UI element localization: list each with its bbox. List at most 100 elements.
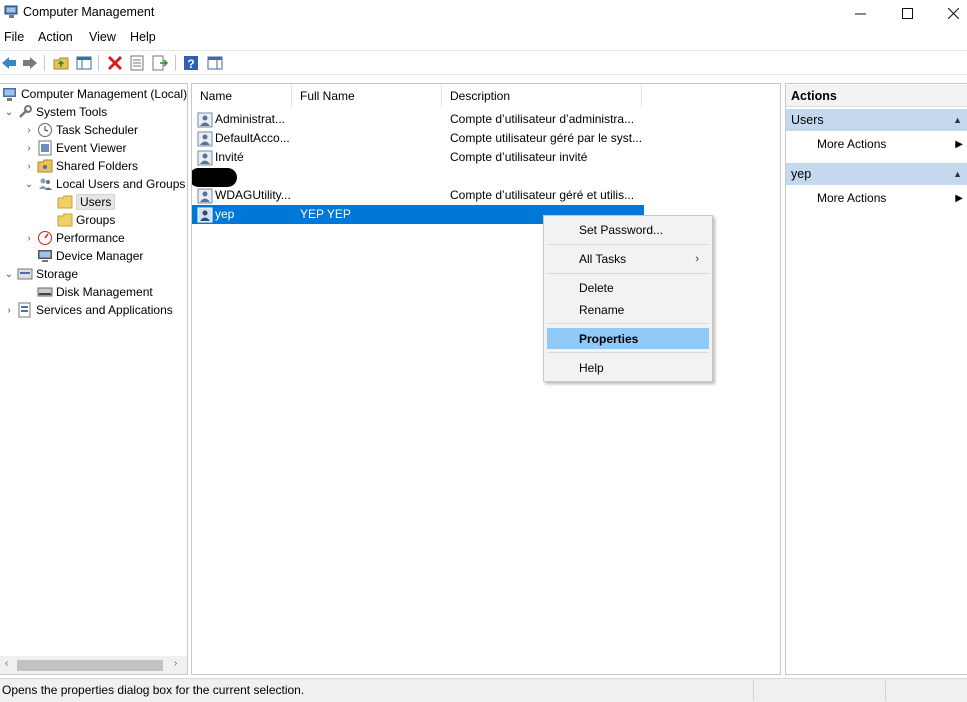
event-log-icon [38, 140, 52, 156]
chevron-right-icon[interactable]: › [24, 233, 34, 244]
tree-item-computer-management[interactable]: Computer Management (Local) [2, 85, 187, 103]
actions-pane: Actions Users ▲ More Actions ▶ yep ▲ Mor… [785, 83, 967, 675]
menu-action[interactable]: Action [38, 30, 73, 44]
show-hide-console-tree-button[interactable] [75, 54, 93, 72]
services-icon [18, 302, 31, 318]
tree-item-shared-folders[interactable]: › Shared Folders [24, 157, 138, 175]
user-full-name: YEP YEP [300, 207, 351, 221]
folder-icon [57, 213, 73, 227]
disk-icon [37, 287, 53, 297]
tree-item-users[interactable]: Users [57, 193, 116, 211]
more-actions-yep[interactable]: More Actions ▶ [786, 188, 967, 208]
tree-item-system-tools[interactable]: ⌄ System Tools [4, 103, 107, 121]
minimize-button[interactable] [837, 0, 883, 26]
tree-item-storage[interactable]: ⌄ Storage [4, 265, 78, 283]
menu-item-rename[interactable]: Rename [547, 299, 709, 320]
user-name: DefaultAcco... [215, 131, 290, 145]
menu-item-all-tasks[interactable]: All Tasks › [547, 248, 709, 269]
actions-section-users[interactable]: Users ▲ [786, 109, 967, 131]
minimize-icon [854, 13, 866, 14]
user-name: WDAGUtility... [215, 188, 291, 202]
tree-item-disk-management[interactable]: Disk Management [37, 283, 153, 301]
users-group-icon [39, 178, 52, 190]
menu-item-help[interactable]: Help [547, 357, 709, 378]
user-name: yep [215, 207, 235, 221]
chevron-down-icon[interactable]: ⌄ [24, 179, 34, 190]
actions-section-yep[interactable]: yep ▲ [786, 163, 967, 185]
chevron-right-icon[interactable]: › [24, 125, 34, 136]
forward-button[interactable] [21, 54, 39, 72]
storage-icon [17, 268, 33, 280]
chevron-right-icon[interactable]: › [4, 305, 14, 316]
menu-file[interactable]: File [4, 30, 24, 44]
submenu-arrow-icon: ▶ [955, 138, 963, 150]
menu-view[interactable]: View [89, 30, 116, 44]
submenu-arrow-icon: › [695, 252, 699, 265]
chevron-right-icon[interactable]: › [24, 143, 34, 154]
tree-item-event-viewer[interactable]: › Event Viewer [24, 139, 126, 157]
delete-icon [107, 55, 123, 71]
menu-help[interactable]: Help [130, 30, 156, 44]
tree-item-groups[interactable]: Groups [57, 211, 115, 229]
more-actions-users[interactable]: More Actions ▶ [786, 134, 967, 154]
tree-item-task-scheduler[interactable]: › Task Scheduler [24, 121, 138, 139]
user-name: Administrat... [215, 112, 286, 126]
menu-item-properties[interactable]: Properties [547, 328, 709, 349]
user-description: Compte utilisateur géré par le syst... [450, 131, 643, 145]
window-title: Computer Management [23, 5, 155, 19]
list-item[interactable]: WDAGUtility... Compte d’utilisateur géré… [192, 186, 644, 205]
context-menu: Set Password... All Tasks › Delete Renam… [543, 215, 713, 382]
collapse-up-icon[interactable]: ▲ [953, 169, 962, 179]
up-one-level-button[interactable] [52, 54, 70, 72]
user-icon [197, 131, 213, 147]
tree-item-local-users-and-groups[interactable]: ⌄ Local Users and Groups [24, 175, 186, 193]
menu-item-set-password[interactable]: Set Password... [547, 219, 709, 240]
column-header-description[interactable]: Description [442, 84, 642, 108]
clock-icon [38, 123, 52, 137]
actions-header: Actions [786, 85, 967, 107]
folder-icon [57, 195, 73, 209]
scroll-right-icon[interactable]: › [174, 658, 177, 669]
submenu-arrow-icon: ▶ [955, 192, 963, 204]
properties-icon [130, 55, 144, 71]
list-item[interactable]: Administrat... Compte d’utilisateur d’ad… [192, 110, 644, 129]
maximize-button[interactable] [884, 0, 930, 26]
help-button[interactable]: ? [182, 54, 200, 72]
list-item[interactable]: DefaultAcco... Compte utilisateur géré p… [192, 129, 644, 148]
scroll-left-icon[interactable]: ‹ [5, 658, 8, 669]
show-hide-action-pane-button[interactable] [206, 54, 224, 72]
column-header-name[interactable]: Name [192, 84, 292, 108]
user-description: Compte d’utilisateur géré et utilis... [450, 188, 635, 202]
user-description: Compte d’utilisateur d’administra... [450, 112, 635, 126]
performance-icon [38, 231, 52, 245]
chevron-right-icon[interactable]: › [24, 161, 34, 172]
show-hide-action-pane-icon [207, 56, 223, 70]
menu-item-delete[interactable]: Delete [547, 277, 709, 298]
export-list-icon [152, 55, 168, 71]
back-button[interactable] [0, 54, 18, 72]
close-button[interactable] [930, 0, 967, 26]
scrollbar-thumb[interactable] [17, 660, 163, 671]
chevron-down-icon[interactable]: ⌄ [4, 107, 14, 118]
column-header-full-name[interactable]: Full Name [292, 84, 442, 108]
delete-button[interactable] [106, 54, 124, 72]
tree-horizontal-scrollbar[interactable]: ‹ › [0, 656, 187, 674]
export-list-button[interactable] [151, 54, 169, 72]
back-arrow-icon [2, 57, 16, 69]
tree-item-services-and-applications[interactable]: › Services and Applications [4, 301, 173, 319]
computer-management-icon [3, 88, 16, 101]
user-icon [197, 112, 213, 128]
list-item[interactable]: Invité Compte d’utilisateur invité [192, 148, 644, 167]
properties-button[interactable] [128, 54, 146, 72]
tree-item-performance[interactable]: › Performance [24, 229, 125, 247]
device-manager-icon [38, 250, 52, 262]
collapse-up-icon[interactable]: ▲ [953, 115, 962, 125]
up-folder-icon [53, 57, 69, 70]
chevron-down-icon[interactable]: ⌄ [4, 269, 14, 280]
computer-management-icon [4, 5, 18, 18]
list-item[interactable] [192, 167, 644, 186]
user-description: Compte d’utilisateur invité [450, 150, 588, 164]
user-icon [197, 188, 213, 204]
tree-item-device-manager[interactable]: Device Manager [37, 247, 143, 265]
console-tree[interactable]: Computer Management (Local) ⌄ System Too… [0, 83, 188, 675]
